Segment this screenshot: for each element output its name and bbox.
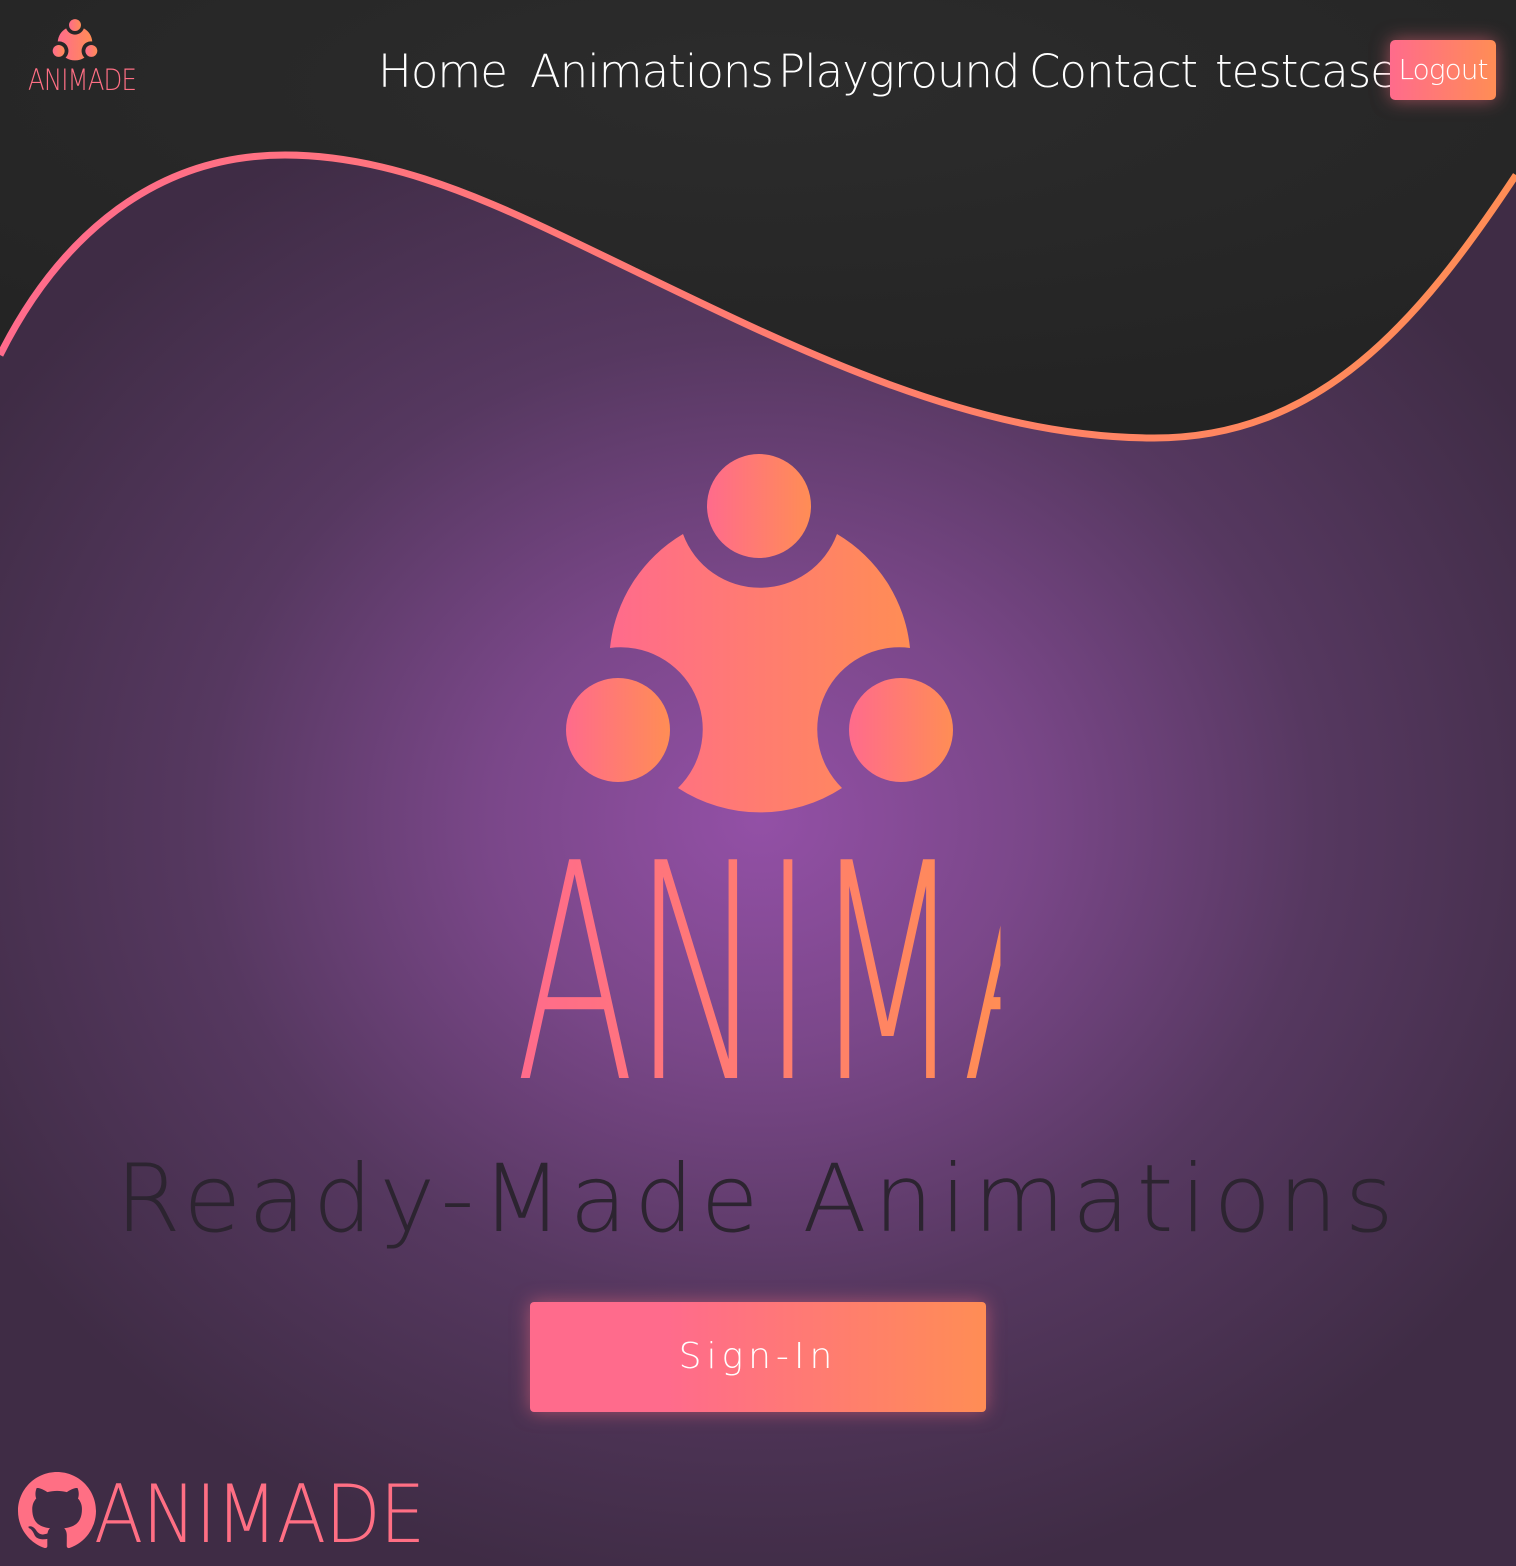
github-icon <box>18 1472 96 1549</box>
nav-logo-text: ANIMADE <box>28 63 137 97</box>
animade-logo-icon <box>52 19 98 61</box>
footer: ANIMADE <box>18 1470 438 1560</box>
hero-title: ANIMADE <box>515 800 1323 1149</box>
top-navigation: ANIMADE Home Animations Playground Conta… <box>0 0 1516 140</box>
github-link[interactable] <box>18 1472 96 1550</box>
nav-link-animations[interactable]: Animations <box>530 42 774 102</box>
sign-in-button[interactable]: Sign-In <box>530 1302 986 1412</box>
nav-logo-link[interactable]: ANIMADE <box>28 18 137 102</box>
hero-subtitle: Ready-Made Animations <box>115 1145 1401 1254</box>
nav-link-home[interactable]: Home <box>378 42 508 102</box>
logout-button[interactable]: Logout <box>1390 40 1496 100</box>
hero-logo-icon <box>566 454 953 813</box>
nav-link-playground[interactable]: Playground <box>778 42 1020 102</box>
nav-link-contact[interactable]: Contact <box>1029 42 1198 102</box>
footer-brand-text: ANIMADE <box>94 1468 425 1561</box>
